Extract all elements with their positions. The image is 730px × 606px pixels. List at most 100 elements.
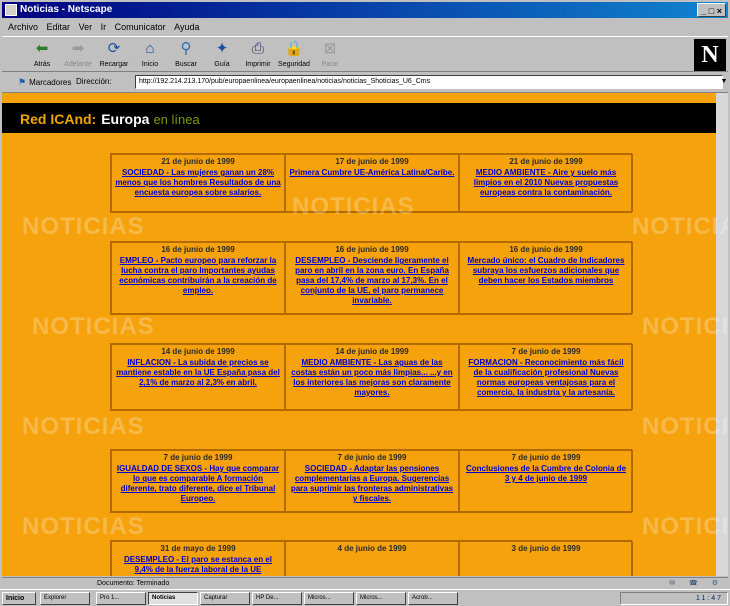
- news-block: 14 de junio de 1999 INFLACION - La subida…: [110, 343, 633, 411]
- taskbar-task[interactable]: Explorer: [40, 592, 90, 605]
- toolbar-button-print[interactable]: ⎙ Imprimir: [240, 39, 276, 71]
- guide-icon: ✦: [215, 40, 229, 57]
- taskbar-task[interactable]: Capturar: [200, 592, 250, 605]
- notice-watermark: NOTICIAS: [642, 313, 728, 340]
- search-icon: ⚲: [180, 40, 192, 57]
- toolbar-button-label: Buscar: [175, 61, 197, 68]
- news-item: 7 de junio de 1999 Conclusiones de la Cum…: [459, 450, 633, 512]
- menu-item-ir[interactable]: Ir: [101, 22, 107, 32]
- news-date: 16 de junio de 1999: [335, 245, 409, 254]
- notice-watermark: NOTICIAS: [22, 513, 145, 540]
- news-date: 7 de junio de 1999: [337, 453, 407, 462]
- news-headline-link[interactable]: Primera Cumbre UE-América Latina/Caribe.: [289, 168, 455, 178]
- site-title: Red ICAnd: Europa en línea: [20, 111, 200, 127]
- notice-watermark: NOTICIAS: [22, 413, 145, 440]
- window-controls[interactable]: _ □ ×: [697, 3, 726, 17]
- news-headline-link[interactable]: MEDIO AMBIENTE - Las aguas de las costas…: [289, 358, 455, 398]
- taskbar-task[interactable]: Micros...: [304, 592, 354, 605]
- toolbar-button-guide[interactable]: ✦ Guía: [204, 39, 240, 71]
- toolbar-button-search[interactable]: ⚲ Buscar: [168, 39, 204, 71]
- news-item: 7 de junio de 1999 FORMACION - Reconocimi…: [459, 344, 633, 410]
- site-title-europa: Europa: [101, 111, 150, 127]
- toolbar-button-forward-arrow[interactable]: ➡ Adelante: [60, 39, 96, 71]
- toolbar-button-label: Adelante: [64, 61, 92, 68]
- news-date: 17 de junio de 1999: [335, 157, 409, 166]
- notice-watermark: NOTICIAS: [22, 213, 145, 240]
- news-block: 16 de junio de 1999 EMPLEO - Pacto europe…: [110, 241, 633, 315]
- menu-item-ver[interactable]: Ver: [79, 22, 93, 32]
- toolbar-button-back-arrow[interactable]: ⬅ Atrás: [24, 39, 60, 71]
- taskbar-task[interactable]: Micros...: [356, 592, 406, 605]
- news-item: 31 de mayo de 1999 DESEMPLEO - El paro se…: [111, 541, 285, 576]
- news-headline-link[interactable]: Mercado único: el Cuadro de Indicadores …: [463, 256, 629, 286]
- news-date: 7 de junio de 1999: [163, 453, 233, 462]
- news-date: 16 de junio de 1999: [161, 245, 235, 254]
- news-headline-link[interactable]: Conclusiones de la Cumbre de Colonia de …: [463, 464, 629, 484]
- site-title-en-linea: en línea: [153, 112, 200, 127]
- start-button[interactable]: Inicio: [2, 592, 36, 605]
- menu-bar: Archivo Editar Ver Ir Comunicator Ayuda: [2, 19, 728, 35]
- netscape-logo: N: [694, 39, 726, 71]
- status-icons: ✉ ☎ ⚙: [669, 580, 724, 587]
- netscape-app-icon: [5, 4, 17, 16]
- news-item: 21 de junio de 1999 SOCIEDAD - Las mujere…: [111, 154, 285, 212]
- toolbar-button-label: Seguridad: [278, 61, 310, 68]
- taskbar-task[interactable]: Acrob...: [408, 592, 458, 605]
- menu-item-ayuda[interactable]: Ayuda: [174, 22, 199, 32]
- notice-watermark: NOTICIAS: [32, 313, 155, 340]
- news-headline-link[interactable]: DESEMPLEO - El paro se estanca en el 9,4…: [115, 555, 281, 575]
- title-bar[interactable]: Noticias - Netscape _ □ ×: [2, 2, 728, 18]
- news-date: 16 de junio de 1999: [509, 245, 583, 254]
- navigation-toolbar: N ⬅ Atrás ➡ Adelante ⟳ Recargar ⌂ Inicio ⚲ Buscar…: [2, 36, 728, 72]
- toolbar-button-label: Inicio: [141, 61, 159, 68]
- security-lock-icon: 🔒: [284, 40, 304, 57]
- windows-taskbar: Inicio 11:47 Explorer Pro 1... Noticias Cap…: [0, 589, 730, 606]
- forward-arrow-icon: ➡: [71, 40, 85, 57]
- toolbar-button-stop[interactable]: ⊠ Parar: [312, 39, 348, 71]
- news-headline-link[interactable]: EMPLEO - Pacto europeo para reforzar la …: [115, 256, 281, 296]
- news-item: 7 de junio de 1999 SOCIEDAD - Adaptar las…: [285, 450, 459, 512]
- site-title-red: Red ICAnd:: [20, 111, 97, 127]
- news-item: 4 de junio de 1999: [285, 541, 459, 576]
- location-bar: Marcadores Dirección: http://192.214.213…: [2, 73, 728, 91]
- news-item: 14 de junio de 1999 MEDIO AMBIENTE - Las …: [285, 344, 459, 410]
- news-headline-link[interactable]: FORMACION - Reconocimiento más fácil de …: [463, 358, 629, 398]
- news-headline-link[interactable]: IGUALDAD DE SEXOS - Hay que comparar lo …: [115, 464, 281, 504]
- news-item: 7 de junio de 1999 IGUALDAD DE SEXOS - Ha…: [111, 450, 285, 512]
- window-title: Noticias - Netscape: [20, 4, 113, 15]
- news-headline-link[interactable]: SOCIEDAD - Adaptar las pensiones complem…: [289, 464, 455, 504]
- menu-item-editar[interactable]: Editar: [47, 22, 71, 32]
- menu-item-archivo[interactable]: Archivo: [8, 22, 38, 32]
- news-headline-link[interactable]: INFLACION - La subida de precios se mant…: [115, 358, 281, 388]
- url-dropdown-icon[interactable]: ▼: [720, 75, 728, 89]
- page-content: Red ICAnd: Europa en línea 21 de junio de …: [2, 92, 728, 576]
- news-item: 3 de junio de 1999: [459, 541, 633, 576]
- news-date: 14 de junio de 1999: [161, 347, 235, 356]
- news-date: 7 de junio de 1999: [511, 453, 581, 462]
- status-text: Documento: Terminado: [97, 580, 170, 587]
- news-item: 16 de junio de 1999 DESEMPLEO - Desciende…: [285, 242, 459, 314]
- toolbar-button-label: Atrás: [33, 61, 51, 68]
- news-headline-link[interactable]: MEDIO AMBIENTE - Aire y suelo más limpio…: [463, 168, 629, 198]
- url-input[interactable]: http://192.214.213.170/pub/europaenlinea…: [135, 75, 723, 89]
- news-headline-link[interactable]: DESEMPLEO - Desciende ligeramente el par…: [289, 256, 455, 306]
- news-headline-link[interactable]: SOCIEDAD - Las mujeres ganan un 28% meno…: [115, 168, 281, 198]
- taskbar-task[interactable]: HP De...: [252, 592, 302, 605]
- news-date: 7 de junio de 1999: [511, 347, 581, 356]
- notice-watermark: NOTICIAS: [292, 193, 415, 220]
- toolbar-button-reload[interactable]: ⟳ Recargar: [96, 39, 132, 71]
- toolbar-button-home[interactable]: ⌂ Inicio: [132, 39, 168, 71]
- notice-watermark: NOTICIAS: [642, 513, 728, 540]
- news-block: 7 de junio de 1999 IGUALDAD DE SEXOS - Ha…: [110, 449, 633, 513]
- news-item: 21 de junio de 1999 MEDIO AMBIENTE - Aire…: [459, 154, 633, 212]
- toolbar-button-security-lock[interactable]: 🔒 Seguridad: [276, 39, 312, 71]
- news-block: 31 de mayo de 1999 DESEMPLEO - El paro se…: [110, 540, 633, 576]
- taskbar-task[interactable]: Pro 1...: [96, 592, 146, 605]
- bookmarks-button[interactable]: Marcadores: [18, 73, 71, 92]
- taskbar-task[interactable]: Noticias: [148, 592, 198, 605]
- menu-item-comunicator[interactable]: Comunicator: [115, 22, 166, 32]
- home-icon: ⌂: [145, 40, 155, 57]
- toolbar-button-label: Guía: [214, 61, 230, 68]
- browser-window: Noticias - Netscape _ □ × Archivo Editar…: [0, 0, 730, 606]
- news-date: 14 de junio de 1999: [335, 347, 409, 356]
